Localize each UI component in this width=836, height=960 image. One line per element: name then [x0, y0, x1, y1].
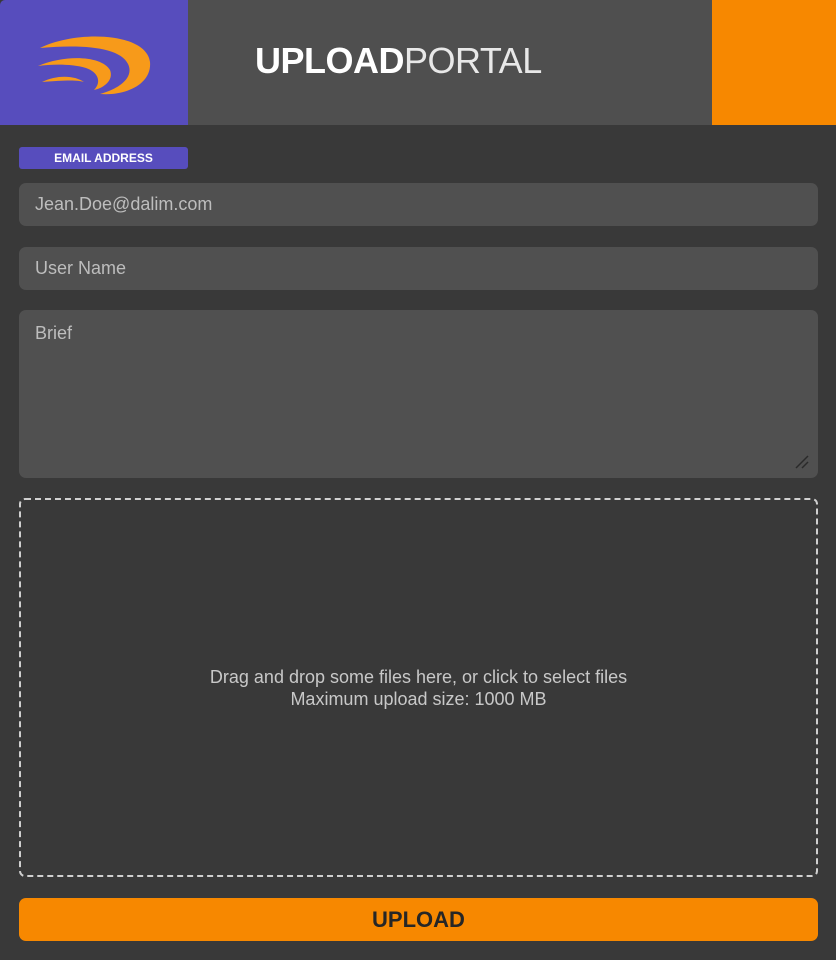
email-label: EMAIL ADDRESS [19, 147, 188, 169]
email-field[interactable]: Jean.Doe@dalim.com [19, 183, 818, 226]
accent-block [712, 0, 836, 125]
title-area: UPLOADPORTAL [188, 0, 712, 125]
dropzone-instruction: Drag and drop some files here, or click … [209, 666, 628, 687]
header: UPLOADPORTAL [0, 0, 836, 125]
logo [0, 0, 188, 125]
title-bold: UPLOAD [255, 40, 405, 81]
username-field[interactable]: User Name [19, 247, 818, 290]
email-placeholder: Jean.Doe@dalim.com [35, 194, 213, 214]
brief-placeholder: Brief [35, 323, 73, 343]
brief-textarea[interactable]: Brief [19, 310, 818, 478]
page-title: UPLOADPORTAL [255, 41, 542, 81]
dropzone-max-size: Maximum upload size: 1000 MB [290, 688, 547, 709]
title-light: PORTAL [404, 40, 542, 81]
resize-grip-icon[interactable] [792, 452, 810, 470]
swoosh-logo-icon [38, 36, 151, 95]
username-placeholder: User Name [35, 258, 127, 278]
file-dropzone[interactable]: Drag and drop some files here, or click … [19, 498, 818, 877]
upload-button[interactable]: UPLOAD [19, 898, 818, 941]
